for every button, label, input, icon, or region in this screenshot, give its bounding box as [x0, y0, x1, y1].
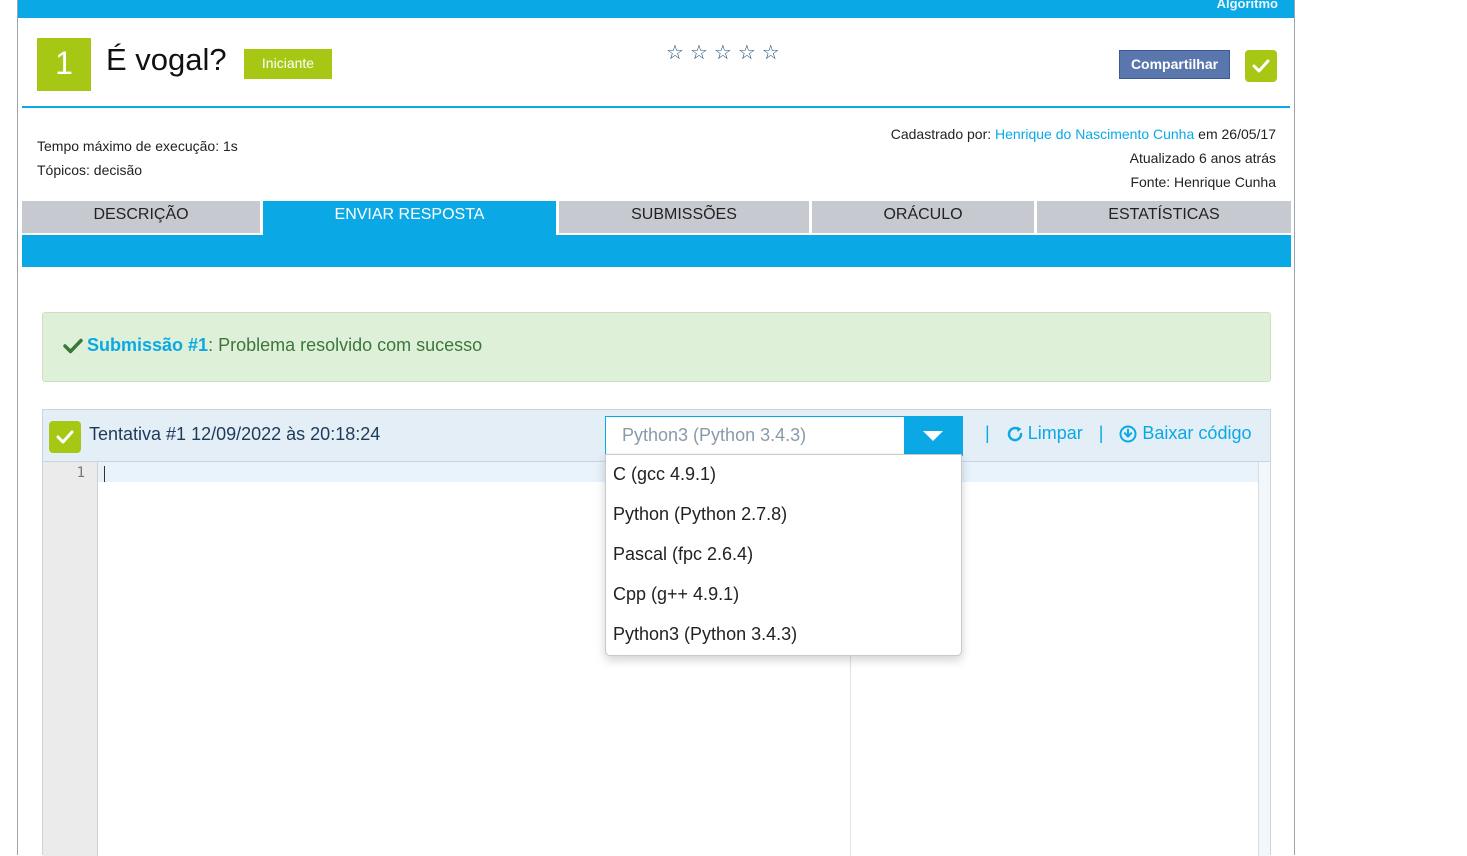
header-divider	[22, 106, 1290, 108]
problem-tabs: DESCRIÇÃO ENVIAR RESPOSTA SUBMISSÕES ORÁ…	[22, 201, 1291, 235]
download-code-button[interactable]: Baixar código	[1119, 423, 1251, 444]
topics: Tópicos: decisão	[37, 162, 143, 178]
rating-stars[interactable]: ☆ ☆ ☆ ☆ ☆	[666, 41, 780, 65]
alert-status: : Problema resolvido com sucesso	[208, 335, 483, 355]
tab-descricao[interactable]: DESCRIÇÃO	[22, 201, 260, 233]
submission-link[interactable]: Submissão #1	[87, 335, 208, 355]
clear-label: Limpar	[1027, 423, 1083, 443]
separator: |	[1098, 423, 1104, 443]
tab-oraculo[interactable]: ORÁCULO	[812, 201, 1034, 233]
language-option[interactable]: Cpp (g++ 4.9.1)	[606, 575, 961, 615]
tab-content-bar	[22, 235, 1291, 267]
editor-actions: | Limpar | Baixar código	[977, 423, 1251, 444]
attempt-check-icon	[49, 421, 81, 453]
alert-message: Submissão #1: Problema resolvido com suc…	[63, 335, 482, 356]
registered-date: em 26/05/17	[1194, 126, 1276, 142]
level-badge: Iniciante	[244, 49, 332, 79]
line-number: 1	[76, 465, 85, 481]
separator: |	[985, 423, 990, 443]
language-option[interactable]: Python3 (Python 3.4.3)	[606, 615, 961, 655]
download-circle-icon	[1119, 425, 1137, 442]
star-icon[interactable]: ☆	[666, 41, 684, 65]
refresh-icon	[1007, 426, 1022, 441]
source-text: Fonte: Henrique Cunha	[1130, 174, 1276, 190]
star-icon[interactable]: ☆	[762, 41, 780, 65]
language-option[interactable]: Python (Python 2.7.8)	[606, 495, 961, 535]
updated-text: Atualizado 6 anos atrás	[1129, 150, 1276, 166]
time-limit: Tempo máximo de execução: 1s	[37, 138, 238, 154]
registered-line: Cadastrado por: Henrique do Nascimento C…	[891, 122, 1276, 146]
attempt-info: Tentativa #1 12/09/2022 às 20:18:24	[89, 424, 381, 444]
author-link[interactable]: Henrique do Nascimento Cunha	[995, 126, 1194, 142]
star-icon[interactable]: ☆	[714, 41, 732, 65]
language-select[interactable]: Python3 (Python 3.4.3)	[605, 416, 963, 456]
category-label[interactable]: Algoritmo	[1217, 0, 1278, 11]
problem-meta-left: Tempo máximo de execução: 1s Tópicos: de…	[37, 134, 238, 182]
language-option[interactable]: C (gcc 4.9.1)	[606, 455, 961, 495]
language-option[interactable]: Pascal (fpc 2.6.4)	[606, 535, 961, 575]
editor-scrollbar[interactable]	[1258, 462, 1270, 856]
problem-title: É vogal?	[106, 42, 227, 77]
solved-check-icon	[1245, 50, 1277, 82]
language-dropdown: C (gcc 4.9.1) Python (Python 2.7.8) Pasc…	[605, 454, 962, 656]
text-cursor	[104, 466, 105, 482]
main-frame: Algoritmo 1 É vogal? Iniciante ☆ ☆ ☆ ☆ ☆…	[17, 0, 1295, 856]
problem-meta-right: Cadastrado por: Henrique do Nascimento C…	[891, 122, 1276, 194]
tab-enviar-resposta[interactable]: ENVIAR RESPOSTA	[263, 201, 556, 235]
download-label: Baixar código	[1142, 423, 1252, 443]
chevron-down-icon[interactable]	[904, 417, 962, 455]
problem-number: 1	[37, 38, 91, 91]
registered-prefix: Cadastrado por:	[890, 126, 996, 142]
clear-button[interactable]: Limpar	[1006, 423, 1083, 444]
share-button[interactable]: Compartilhar	[1119, 50, 1230, 79]
tab-estatisticas[interactable]: ESTATÍSTICAS	[1037, 201, 1291, 233]
line-gutter: 1	[43, 462, 98, 856]
top-bar: Algoritmo	[18, 0, 1294, 18]
success-alert: Submissão #1: Problema resolvido com suc…	[42, 312, 1271, 382]
star-icon[interactable]: ☆	[690, 41, 708, 65]
tab-submissoes[interactable]: SUBMISSÕES	[559, 201, 809, 233]
checkmark-icon	[63, 338, 83, 353]
star-icon[interactable]: ☆	[738, 41, 756, 65]
language-select-value: Python3 (Python 3.4.3)	[622, 425, 807, 445]
